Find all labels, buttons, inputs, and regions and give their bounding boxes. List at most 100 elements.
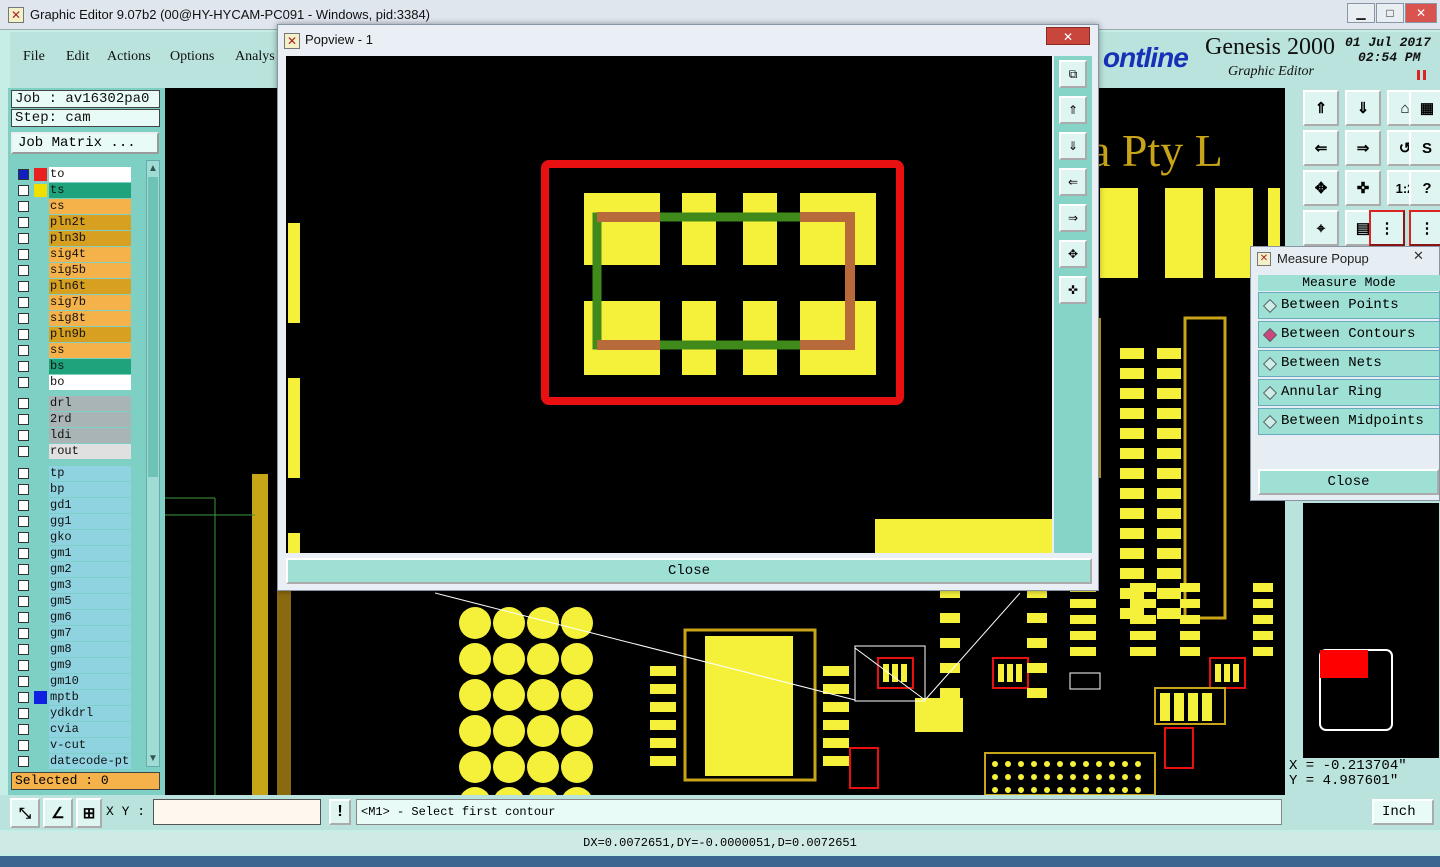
- overview-map[interactable]: [1303, 503, 1439, 758]
- layer-color-swatch[interactable]: [34, 248, 47, 261]
- layer-checkbox[interactable]: [18, 414, 29, 425]
- layer-row[interactable]: ldi: [14, 428, 132, 443]
- pan-right-icon[interactable]: ⇒: [1345, 130, 1381, 166]
- layer-name[interactable]: gm8: [49, 642, 131, 657]
- layer-name[interactable]: cvia: [49, 722, 131, 737]
- layer-row[interactable]: gm7: [14, 626, 132, 641]
- layer-name[interactable]: gm5: [49, 594, 131, 609]
- layer-checkbox[interactable]: [18, 580, 29, 591]
- layer-checkbox[interactable]: [18, 345, 29, 356]
- measure-option[interactable]: Between Contours: [1258, 321, 1440, 348]
- maximize-button[interactable]: □: [1376, 3, 1404, 23]
- layer-color-swatch[interactable]: [34, 707, 47, 720]
- layer-row[interactable]: pln3b: [14, 231, 132, 246]
- layer-checkbox[interactable]: [18, 297, 29, 308]
- layer-row[interactable]: gd1: [14, 498, 132, 513]
- layer-row[interactable]: datecode-pt: [14, 754, 132, 769]
- measure-option[interactable]: Between Nets: [1258, 350, 1440, 377]
- net-select-icon[interactable]: ⋮: [1369, 210, 1405, 246]
- layer-row[interactable]: ts: [14, 183, 132, 198]
- layer-checkbox[interactable]: [18, 516, 29, 527]
- layer-name[interactable]: pln9b: [49, 327, 131, 342]
- layer-row[interactable]: bo: [14, 375, 132, 390]
- layer-row[interactable]: pln9b: [14, 327, 132, 342]
- layer-name[interactable]: ts: [49, 183, 131, 198]
- layer-name[interactable]: to: [49, 167, 131, 182]
- layer-name[interactable]: ldi: [49, 428, 131, 443]
- layer-color-swatch[interactable]: [34, 344, 47, 357]
- unit-selector[interactable]: Inch: [1372, 799, 1434, 825]
- layer-checkbox[interactable]: [18, 724, 29, 735]
- layer-color-swatch[interactable]: [34, 611, 47, 624]
- layer-color-swatch[interactable]: [34, 547, 47, 560]
- net-select-alt-icon[interactable]: ⋮: [1409, 210, 1440, 246]
- close-window-button[interactable]: ✕: [1405, 3, 1437, 23]
- layer-color-swatch[interactable]: [34, 184, 47, 197]
- layer-color-swatch[interactable]: [34, 168, 47, 181]
- layer-row[interactable]: sig8t: [14, 311, 132, 326]
- layer-color-swatch[interactable]: [34, 595, 47, 608]
- layer-color-swatch[interactable]: [34, 739, 47, 752]
- layer-name[interactable]: pln3b: [49, 231, 131, 246]
- layer-color-swatch[interactable]: [34, 499, 47, 512]
- layer-row[interactable]: to: [14, 167, 132, 182]
- layer-checkbox[interactable]: [18, 660, 29, 671]
- layer-row[interactable]: gm1: [14, 546, 132, 561]
- layer-name[interactable]: ss: [49, 343, 131, 358]
- menu-options[interactable]: Options: [170, 49, 214, 65]
- layer-name[interactable]: sig5b: [49, 263, 131, 278]
- layer-checkbox[interactable]: [18, 756, 29, 767]
- layer-checkbox[interactable]: [18, 201, 29, 212]
- layer-color-swatch[interactable]: [34, 200, 47, 213]
- layer-checkbox[interactable]: [18, 500, 29, 511]
- layer-checkbox[interactable]: [18, 740, 29, 751]
- layer-name[interactable]: sig8t: [49, 311, 131, 326]
- measure-popup-close-icon[interactable]: ✕: [1413, 248, 1424, 264]
- layer-name[interactable]: drl: [49, 396, 131, 411]
- layer-checkbox[interactable]: [18, 233, 29, 244]
- layer-row[interactable]: gm2: [14, 562, 132, 577]
- snap-icon[interactable]: S: [1409, 130, 1440, 166]
- pv-fit-icon[interactable]: ✥: [1059, 240, 1087, 268]
- layer-name[interactable]: gm2: [49, 562, 131, 577]
- layer-name[interactable]: sig7b: [49, 295, 131, 310]
- menu-file[interactable]: File: [23, 49, 45, 65]
- pv-up-icon[interactable]: ⇑: [1059, 96, 1087, 124]
- layer-color-swatch[interactable]: [34, 445, 47, 458]
- layer-name[interactable]: gg1: [49, 514, 131, 529]
- layer-color-swatch[interactable]: [34, 312, 47, 325]
- layer-color-swatch[interactable]: [34, 280, 47, 293]
- layer-checkbox[interactable]: [18, 484, 29, 495]
- layer-color-swatch[interactable]: [34, 216, 47, 229]
- layer-checkbox[interactable]: [18, 169, 29, 180]
- layer-row[interactable]: rout: [14, 444, 132, 459]
- layer-name[interactable]: sig4t: [49, 247, 131, 262]
- layer-checkbox[interactable]: [18, 185, 29, 196]
- layer-checkbox[interactable]: [18, 548, 29, 559]
- layer-color-swatch[interactable]: [34, 360, 47, 373]
- pan-down-icon[interactable]: ⇓: [1345, 90, 1381, 126]
- pv-left-icon[interactable]: ⇐: [1059, 168, 1087, 196]
- menu-edit[interactable]: Edit: [66, 49, 89, 65]
- layer-checkbox[interactable]: [18, 265, 29, 276]
- layer-name[interactable]: gm10: [49, 674, 131, 689]
- layer-row[interactable]: bs: [14, 359, 132, 374]
- layer-checkbox[interactable]: [18, 708, 29, 719]
- layer-row[interactable]: gm6: [14, 610, 132, 625]
- layer-row[interactable]: 2rd: [14, 412, 132, 427]
- layer-row[interactable]: tp: [14, 466, 132, 481]
- measure-close-button[interactable]: Close: [1258, 469, 1439, 495]
- layer-name[interactable]: ydkdrl: [49, 706, 131, 721]
- layer-row[interactable]: gg1: [14, 514, 132, 529]
- layer-name[interactable]: cs: [49, 199, 131, 214]
- zoom-home-icon[interactable]: ⇑: [1303, 90, 1339, 126]
- layer-checkbox[interactable]: [18, 676, 29, 687]
- layer-color-swatch[interactable]: [34, 627, 47, 640]
- menu-analysis[interactable]: Analys: [235, 49, 275, 65]
- layer-checkbox[interactable]: [18, 644, 29, 655]
- angle-tool-icon[interactable]: ∠: [43, 798, 73, 828]
- layer-checkbox[interactable]: [18, 596, 29, 607]
- pv-down-icon[interactable]: ⇓: [1059, 132, 1087, 160]
- xy-input[interactable]: [153, 799, 321, 825]
- layer-color-swatch[interactable]: [34, 328, 47, 341]
